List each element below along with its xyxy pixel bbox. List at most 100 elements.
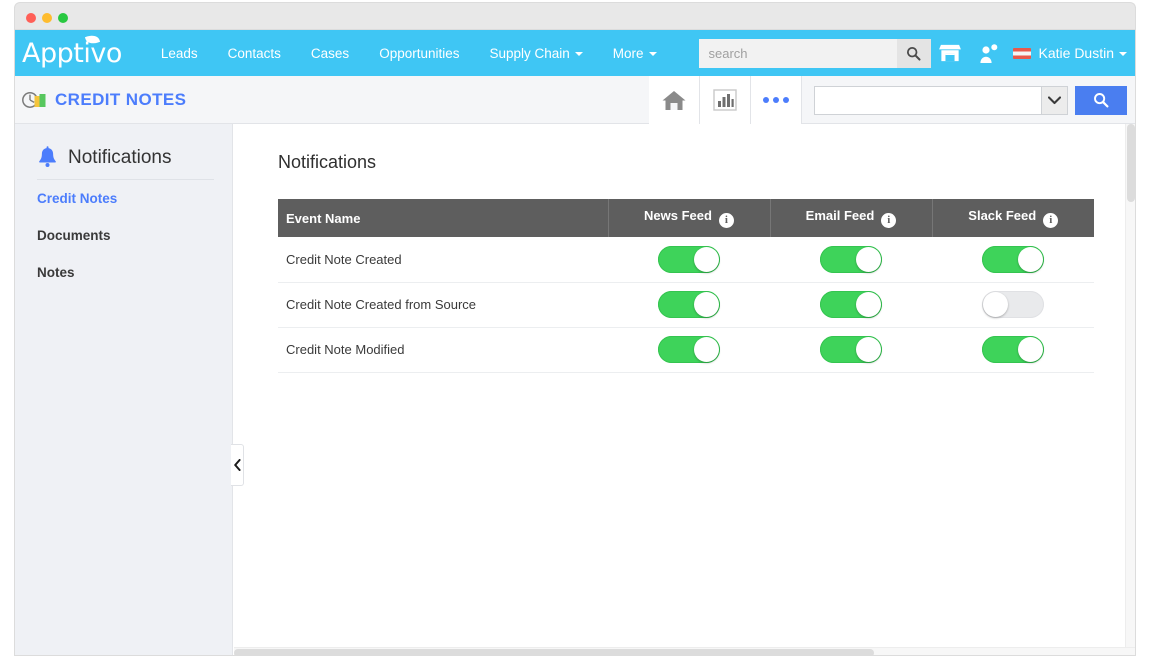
logo-text: Apptivo (22, 38, 122, 69)
horizontal-scrollbar-thumb[interactable] (234, 649, 874, 656)
table-row: Credit Note Created from Source (278, 282, 1094, 327)
sidebar-item-notes[interactable]: Notes (15, 254, 232, 291)
vertical-scrollbar-thumb[interactable] (1127, 124, 1135, 202)
window-traffic-lights (26, 13, 68, 23)
navbar-right-cluster: Katie Dustin (699, 30, 1127, 76)
app-search-button[interactable] (1075, 86, 1127, 115)
event-name-label: Credit Note Modified (286, 342, 405, 357)
nav-item-opportunities[interactable]: Opportunities (364, 46, 474, 61)
toggle-knob (1018, 337, 1043, 362)
credit-notes-icon (22, 91, 48, 109)
news-feed-toggle[interactable] (658, 246, 720, 273)
store-button[interactable] (931, 30, 969, 76)
content-area: Notifications Credit Notes Documents Not… (15, 124, 1136, 656)
app-search-input[interactable] (814, 86, 1041, 115)
info-icon[interactable]: i (881, 213, 896, 228)
nav-label: Leads (161, 46, 198, 61)
main-nav-links: Leads Contacts Cases Opportunities Suppl… (146, 46, 672, 61)
slack-feed-cell (932, 327, 1094, 372)
event-name-label: Credit Note Created from Source (286, 297, 476, 312)
slack-feed-toggle[interactable] (982, 336, 1044, 363)
horizontal-scrollbar[interactable] (234, 647, 1136, 656)
app-search (814, 86, 1127, 115)
event-name-cell: Credit Note Modified (278, 327, 608, 372)
nav-item-contacts[interactable]: Contacts (213, 46, 296, 61)
bell-icon (37, 146, 58, 169)
browser-window: Apptivo Leads Contacts Cases Opportuniti… (0, 0, 1150, 670)
slack-feed-cell (932, 282, 1094, 327)
news-feed-cell (608, 237, 770, 282)
toggle-knob (694, 337, 719, 362)
column-label: Email Feed (806, 208, 875, 223)
nav-item-more[interactable]: More (598, 46, 672, 61)
nav-item-cases[interactable]: Cases (296, 46, 364, 61)
toggle-knob (856, 247, 881, 272)
maximize-window-button[interactable] (58, 13, 68, 23)
app-search-dropdown-button[interactable] (1041, 86, 1068, 115)
email-feed-toggle[interactable] (820, 291, 882, 318)
window-titlebar (14, 2, 1136, 30)
slack-feed-toggle[interactable] (982, 246, 1044, 273)
chevron-down-icon (649, 52, 657, 56)
more-options-button[interactable] (751, 76, 801, 124)
nav-label: Supply Chain (489, 46, 569, 61)
sidebar-heading: Notifications (15, 124, 232, 179)
event-name-label: Credit Note Created (286, 252, 402, 267)
email-feed-toggle[interactable] (820, 336, 882, 363)
email-feed-cell (770, 327, 932, 372)
nav-item-leads[interactable]: Leads (146, 46, 213, 61)
app-subheader: CREDIT NOTES (15, 76, 1136, 124)
reports-button[interactable] (700, 76, 750, 124)
user-menu[interactable]: Katie Dustin (1039, 45, 1127, 61)
slack-feed-cell (932, 237, 1094, 282)
email-feed-cell (770, 282, 932, 327)
chevron-down-icon (1048, 96, 1061, 105)
page-title: CREDIT NOTES (55, 90, 186, 110)
nav-label: More (613, 46, 644, 61)
slack-feed-toggle[interactable] (982, 291, 1044, 318)
sidebar: Notifications Credit Notes Documents Not… (15, 124, 233, 656)
vertical-scrollbar[interactable] (1125, 124, 1135, 647)
minimize-window-button[interactable] (42, 13, 52, 23)
news-feed-toggle[interactable] (658, 291, 720, 318)
search-icon (906, 46, 921, 61)
nav-label: Contacts (228, 46, 281, 61)
global-search-input[interactable] (699, 39, 897, 68)
chevron-down-icon (575, 52, 583, 56)
column-header-event-name: Event Name (278, 199, 608, 237)
table-row: Credit Note Created (278, 237, 1094, 282)
toggle-knob (856, 337, 881, 362)
sidebar-item-documents[interactable]: Documents (15, 217, 232, 254)
apptivo-logo[interactable]: Apptivo (22, 40, 122, 67)
nav-item-supply-chain[interactable]: Supply Chain (474, 46, 597, 61)
info-icon[interactable]: i (719, 213, 734, 228)
sidebar-collapse-button[interactable] (231, 444, 244, 486)
toggle-knob (983, 292, 1008, 317)
search-icon (1093, 92, 1109, 108)
chevron-down-icon (1119, 52, 1127, 56)
user-name-label: Katie Dustin (1039, 45, 1114, 61)
email-feed-toggle[interactable] (820, 246, 882, 273)
info-icon[interactable]: i (1043, 213, 1058, 228)
chevron-left-icon (234, 459, 241, 471)
nav-label: Opportunities (379, 46, 459, 61)
sidebar-item-credit-notes[interactable]: Credit Notes (15, 180, 232, 217)
column-label: Event Name (286, 211, 360, 226)
reports-icon (713, 89, 737, 111)
column-label: News Feed (644, 208, 712, 223)
table-row: Credit Note Modified (278, 327, 1094, 372)
more-dots-icon (763, 97, 789, 103)
event-name-cell: Credit Note Created (278, 237, 608, 282)
news-feed-toggle[interactable] (658, 336, 720, 363)
sidebar-item-label: Credit Notes (37, 191, 117, 206)
global-search-button[interactable] (897, 39, 931, 68)
main-panel: Notifications Event Name News Feedi (234, 124, 1136, 656)
toggle-knob (856, 292, 881, 317)
news-feed-cell (608, 327, 770, 372)
home-icon (661, 89, 687, 112)
close-window-button[interactable] (26, 13, 36, 23)
user-notifications-button[interactable] (969, 30, 1007, 76)
us-flag-icon[interactable] (1013, 48, 1031, 59)
home-button[interactable] (649, 76, 699, 124)
email-feed-cell (770, 237, 932, 282)
